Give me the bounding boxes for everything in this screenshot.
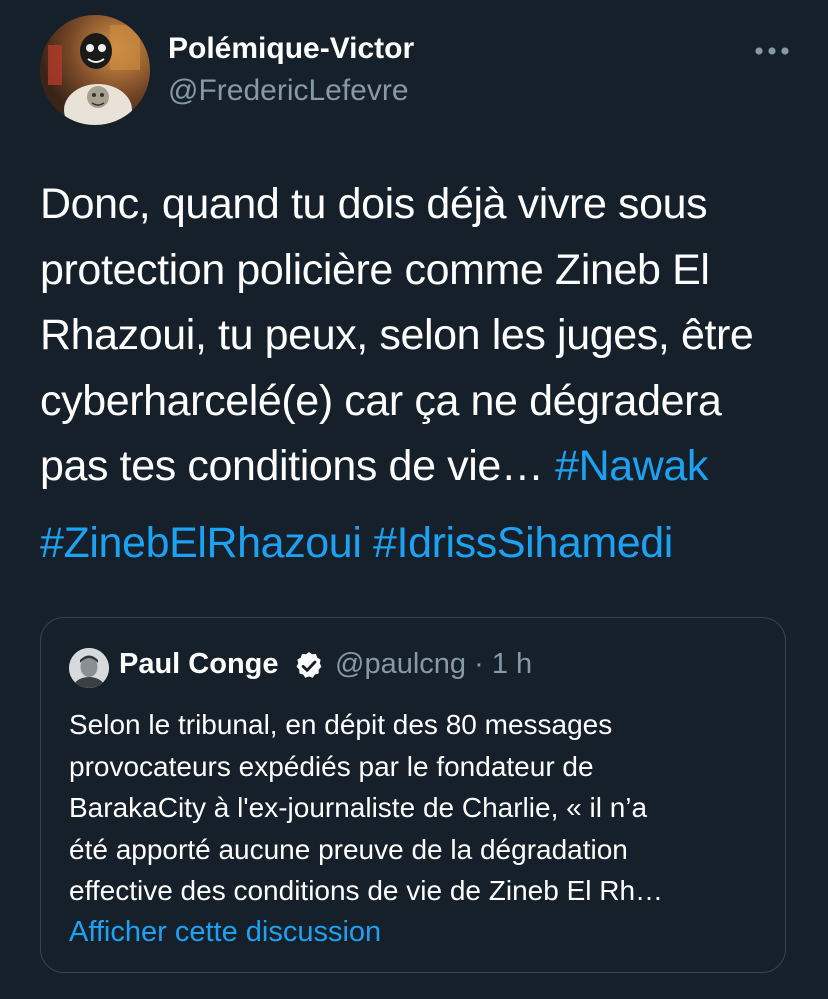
verified-badge-icon: [293, 650, 325, 682]
quoted-author-handle[interactable]: @paulcng: [335, 648, 466, 680]
author-avatar-image: [40, 15, 150, 125]
more-options-button[interactable]: [748, 36, 796, 66]
hashtag-link[interactable]: #IdrissSihamedi: [373, 519, 673, 567]
quoted-text-line: provocateurs expédiés par le fondateur d…: [69, 750, 594, 782]
hashtags-line: #ZinebElRhazoui #IdrissSihamedi: [40, 513, 673, 573]
tweet-text-line: Rhazoui, tu peux, selon les juges, être: [40, 311, 754, 360]
show-thread-link[interactable]: Afficher cette discussion: [69, 916, 381, 949]
author-handle[interactable]: @FredericLefevre: [168, 74, 409, 108]
hashtag-link[interactable]: #ZinebElRhazoui: [40, 519, 362, 567]
quoted-timestamp[interactable]: 1 h: [492, 648, 532, 680]
quoted-tweet-card[interactable]: Paul Conge @paulcng · 1 h Selon le tribu…: [40, 617, 786, 973]
hashtag-link[interactable]: #Nawak: [555, 442, 708, 490]
tweet-text-line: Donc, quand tu dois déjà vivre sous: [40, 180, 708, 228]
author-avatar[interactable]: [40, 15, 150, 125]
quoted-author-name[interactable]: Paul Conge: [119, 648, 279, 681]
tweet-text-line: cyberharcelé(e) car ça ne dégradera: [40, 376, 722, 425]
author-name[interactable]: Polémique-Victor: [168, 32, 414, 66]
quoted-tweet-text: Selon le tribunal, en dépit des 80 messa…: [69, 704, 769, 912]
quoted-author-avatar[interactable]: [69, 648, 109, 688]
tweet-text-fragment: pas tes conditions de vie…: [40, 442, 544, 491]
quoted-author-avatar-image: [69, 648, 109, 688]
tweet-text-line: protection policière comme Zineb El: [40, 245, 710, 294]
tweet-text: Donc, quand tu dois déjà vivre sous prot…: [40, 172, 800, 500]
meta-separator: ·: [474, 648, 484, 680]
quoted-text-line: Selon le tribunal, en dépit des 80 messa…: [69, 709, 613, 740]
tweet-text-line: pas tes conditions de vie… #Nawak: [40, 434, 800, 500]
quoted-text-line: été apporté aucune preuve de la dégradat…: [69, 833, 628, 865]
more-horizontal-icon: [755, 47, 789, 55]
quoted-text-line: effective des conditions de vie de Zineb…: [69, 875, 664, 906]
quoted-text-line: BarakaCity à l'ex-journaliste de Charlie…: [69, 792, 648, 823]
tweet: Polémique-Victor @FredericLefevre Donc, …: [0, 0, 828, 999]
quoted-author-meta: @paulcng · 1 h: [335, 648, 532, 681]
